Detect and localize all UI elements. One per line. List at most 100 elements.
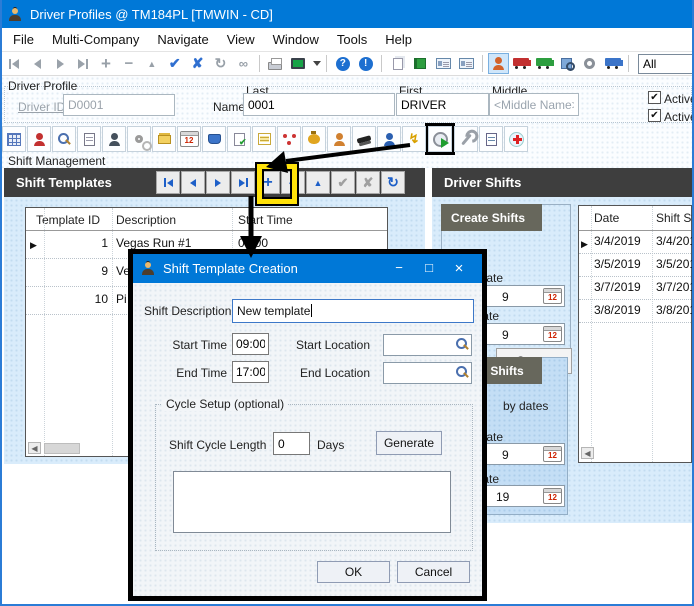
ok-button[interactable]: OK — [317, 561, 390, 583]
add-template-button[interactable] — [256, 171, 280, 194]
by-dates-label[interactable]: by dates — [503, 399, 548, 413]
end-location-label: End Location — [275, 366, 370, 380]
save-icon[interactable] — [164, 53, 185, 74]
carrier-icon[interactable] — [602, 53, 623, 74]
calendar-picker-icon[interactable] — [543, 446, 562, 462]
delete-record-icon[interactable] — [118, 53, 139, 74]
previous-template-button[interactable] — [181, 171, 205, 194]
profile-toolbar — [2, 125, 528, 153]
record-filter-combobox[interactable] — [638, 54, 694, 74]
dialog-minimize-icon[interactable] — [384, 260, 414, 277]
templates-col-description: Description — [116, 213, 176, 227]
pay-stack-icon[interactable] — [152, 126, 176, 152]
power-icon[interactable] — [402, 126, 426, 152]
trailer-icon[interactable] — [534, 53, 555, 74]
end-location-field[interactable] — [383, 362, 472, 384]
main-toolbar — [0, 52, 694, 76]
templates-scrollbar-thumb[interactable] — [44, 443, 80, 454]
fuel-icon[interactable] — [202, 126, 226, 152]
cancel-icon[interactable] — [187, 53, 208, 74]
search-icon[interactable] — [52, 126, 76, 152]
first-template-button[interactable] — [156, 171, 180, 194]
dialog-maximize-icon[interactable] — [414, 260, 444, 277]
generate-button[interactable]: Generate — [376, 431, 442, 455]
delete-template-button[interactable] — [281, 171, 305, 194]
cancel-button[interactable]: Cancel — [397, 561, 470, 583]
shift-description-field[interactable]: New template — [232, 299, 474, 323]
edit-record-icon[interactable] — [141, 53, 162, 74]
first-aid-icon[interactable] — [504, 126, 528, 152]
accept-template-button[interactable] — [331, 171, 355, 194]
cancel-template-button[interactable] — [356, 171, 380, 194]
equipment-icon[interactable] — [352, 126, 376, 152]
checklist-icon[interactable] — [77, 126, 101, 152]
menu-file[interactable]: File — [4, 29, 43, 50]
order-lookup-icon[interactable] — [556, 53, 577, 74]
payroll-icon[interactable] — [302, 126, 326, 152]
first-record-icon[interactable] — [4, 53, 25, 74]
last-record-icon[interactable] — [73, 53, 94, 74]
add-record-icon[interactable] — [96, 53, 117, 74]
summary-grid-icon[interactable] — [2, 126, 26, 152]
hitch-icon[interactable] — [579, 53, 600, 74]
end-time-field[interactable] — [232, 361, 269, 383]
cycle-length-field[interactable] — [273, 432, 310, 455]
refresh-icon[interactable] — [210, 53, 231, 74]
first-name-field[interactable] — [396, 93, 489, 116]
templates-scroll-left-button[interactable] — [28, 442, 41, 454]
physician-icon[interactable] — [102, 126, 126, 152]
menu-view[interactable]: View — [218, 29, 264, 50]
active-label-1: Active — [664, 92, 694, 106]
network-icon[interactable] — [277, 126, 301, 152]
menu-help[interactable]: Help — [376, 29, 421, 50]
calendar-picker-icon[interactable] — [543, 288, 562, 304]
calendar-picker-icon[interactable] — [543, 326, 562, 342]
next-template-button[interactable] — [206, 171, 230, 194]
refresh-templates-button[interactable] — [381, 171, 405, 194]
system-console-icon[interactable] — [288, 53, 309, 74]
driver-id-field[interactable] — [63, 94, 175, 116]
location-lookup-icon[interactable] — [456, 366, 469, 379]
active-checkbox-1[interactable] — [648, 91, 661, 104]
location-lookup-icon[interactable] — [456, 338, 469, 351]
dialog-close-icon[interactable] — [444, 260, 474, 277]
notes-icon[interactable] — [252, 126, 276, 152]
menu-window[interactable]: Window — [264, 29, 328, 50]
start-time-field[interactable] — [232, 333, 269, 355]
copy-profile-icon[interactable] — [387, 53, 408, 74]
id-card-icon[interactable] — [456, 53, 477, 74]
license-card-icon[interactable] — [433, 53, 454, 74]
manual-icon[interactable] — [410, 53, 431, 74]
menu-tools[interactable]: Tools — [328, 29, 376, 50]
power-unit-icon[interactable] — [511, 53, 532, 74]
previous-record-icon[interactable] — [27, 53, 48, 74]
menu-navigate[interactable]: Navigate — [148, 29, 217, 50]
start-location-field[interactable] — [383, 334, 472, 356]
last-name-field[interactable] — [243, 93, 395, 116]
driver-security-icon[interactable] — [327, 126, 351, 152]
shifts-scroll-left-button[interactable] — [581, 447, 594, 459]
officer-icon[interactable] — [377, 126, 401, 152]
menu-multi-company[interactable]: Multi-Company — [43, 29, 148, 50]
cycle-list-box[interactable] — [173, 471, 451, 533]
next-record-icon[interactable] — [50, 53, 71, 74]
print-icon[interactable] — [265, 53, 286, 74]
report-list-icon[interactable] — [479, 126, 503, 152]
middle-name-field[interactable] — [489, 93, 579, 116]
edit-template-button[interactable] — [306, 171, 330, 194]
gears-icon[interactable] — [127, 126, 151, 152]
last-template-button[interactable] — [231, 171, 255, 194]
calendar-picker-icon[interactable] — [543, 488, 562, 504]
console-dropdown-icon[interactable] — [313, 61, 321, 66]
information-icon[interactable] — [355, 53, 376, 74]
driver-icon[interactable] — [27, 126, 51, 152]
document-check-icon[interactable] — [227, 126, 251, 152]
active-checkbox-2[interactable] — [648, 109, 661, 122]
shift-management-icon[interactable] — [428, 126, 452, 152]
help-icon[interactable] — [332, 53, 353, 74]
attachments-icon[interactable] — [233, 53, 254, 74]
tools-icon[interactable] — [454, 126, 478, 152]
dialog-driver-icon — [141, 262, 155, 275]
driver-profile-icon[interactable] — [488, 53, 509, 74]
calendar-icon[interactable] — [177, 126, 201, 152]
